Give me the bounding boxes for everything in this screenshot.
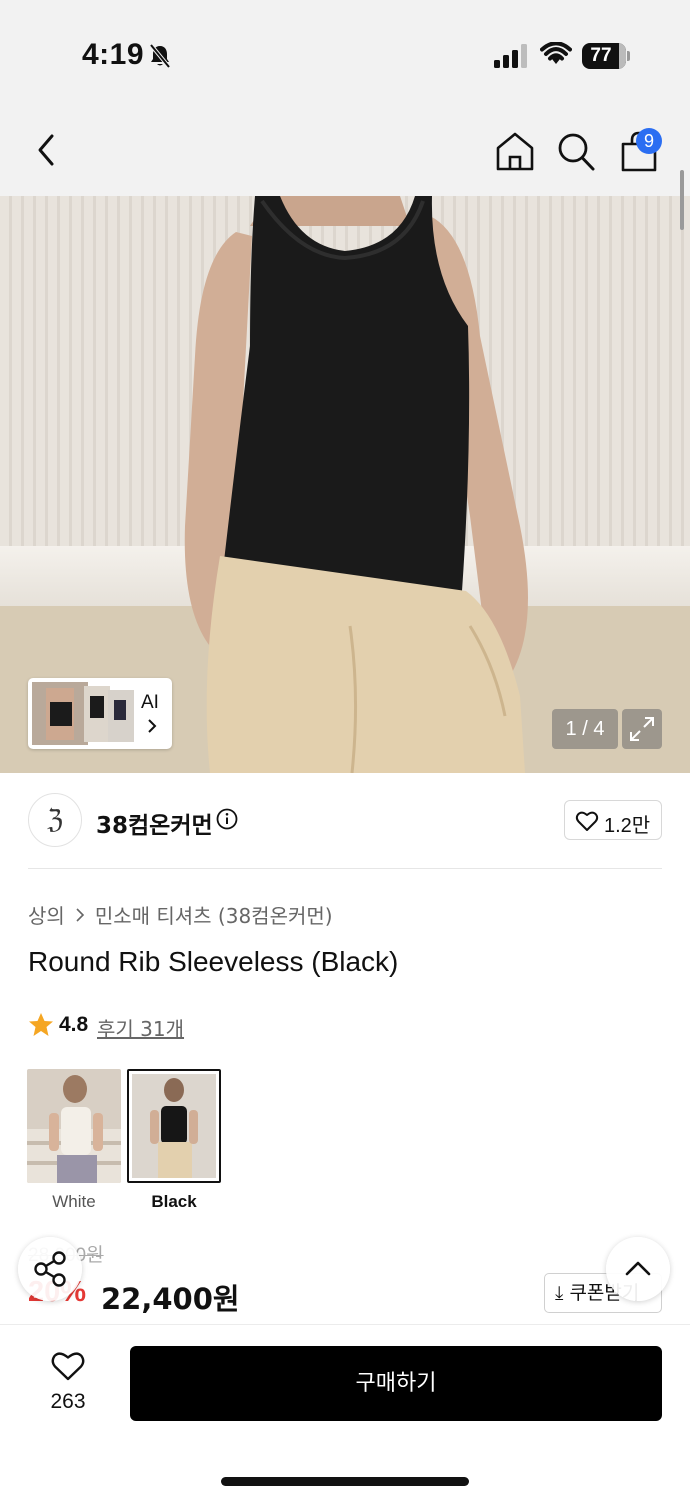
breadcrumb: 상의 민소매 티셔츠 (38컴온커먼)	[28, 900, 333, 929]
ai-outfit-button[interactable]: AI	[28, 678, 172, 749]
chevron-right-icon	[148, 719, 157, 733]
color-option-white[interactable]: White	[27, 1069, 121, 1212]
brand-logo[interactable]: ℨ	[28, 793, 82, 847]
image-counter: 1 / 4	[552, 709, 618, 749]
divider	[28, 868, 662, 869]
top-navigation	[0, 100, 690, 196]
page-scrollbar[interactable]	[680, 170, 684, 230]
color-option-black[interactable]: Black	[127, 1069, 221, 1212]
bell-slash-icon	[149, 43, 171, 69]
battery-level: 77	[590, 45, 612, 66]
chevron-up-icon	[625, 1261, 651, 1276]
info-icon[interactable]	[216, 808, 238, 830]
sale-price: 22,400원	[101, 1282, 240, 1316]
color-swatch-white	[27, 1069, 121, 1183]
product-title: Round Rib Sleeveless (Black)	[28, 946, 399, 977]
color-label-black: Black	[151, 1192, 197, 1211]
buy-button[interactable]: 구매하기	[130, 1346, 662, 1421]
search-icon[interactable]	[556, 130, 596, 172]
brand-logo-glyph: ℨ	[46, 805, 64, 835]
signal-icon	[494, 44, 527, 68]
color-swatch-black	[127, 1069, 221, 1183]
battery-icon: 77	[582, 43, 630, 69]
brand-like-count: 1.2만	[604, 815, 651, 837]
wifi-icon	[540, 42, 572, 64]
home-indicator[interactable]	[221, 1477, 469, 1486]
wishlist-count: 263	[50, 1390, 86, 1413]
home-icon[interactable]	[494, 130, 536, 172]
star-icon	[29, 1013, 53, 1036]
scroll-to-top-button[interactable]	[606, 1237, 670, 1301]
chevron-right-icon	[76, 907, 84, 922]
color-label-white: White	[52, 1192, 96, 1211]
back-chevron-icon[interactable]	[30, 130, 66, 170]
brand-like-button[interactable]: 1.2만	[564, 800, 662, 840]
breadcrumb-subcategory[interactable]: 민소매 티셔츠 (38컴온커먼)	[95, 900, 333, 929]
expand-image-button[interactable]	[622, 709, 662, 749]
share-icon	[34, 1251, 66, 1287]
share-button[interactable]	[18, 1237, 82, 1301]
cart-count-badge: 9	[636, 128, 662, 154]
status-time: 4:19	[82, 38, 145, 71]
heart-outline-icon[interactable]	[50, 1350, 86, 1382]
review-link[interactable]: 후기 31개	[97, 1013, 184, 1042]
ai-label: AI	[141, 692, 159, 713]
breadcrumb-category[interactable]: 상의	[28, 900, 65, 929]
brand-name[interactable]: 38컴온커먼	[96, 806, 213, 840]
rating-value: 4.8	[59, 1013, 89, 1036]
expand-icon	[630, 717, 654, 741]
heart-outline-icon	[575, 811, 599, 831]
status-bar: 4:19 77	[0, 0, 690, 100]
ai-outfit-thumbnails	[32, 682, 134, 745]
